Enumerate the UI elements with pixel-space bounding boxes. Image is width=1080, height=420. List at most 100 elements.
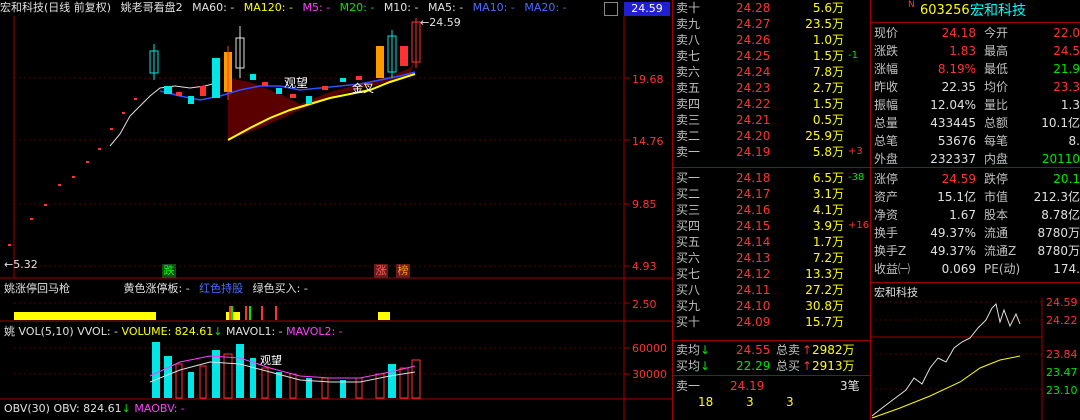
last-price: 24.19 <box>730 379 765 393</box>
bid-price: 24.18 <box>736 171 771 185</box>
ask-row[interactable]: 卖八 24.26 1.0万 <box>676 32 850 48</box>
chart-title: 宏和科技(日线 前复权) <box>0 1 112 14</box>
signal-panel-title: 姚涨停回马枪 <box>4 282 70 295</box>
total-bid-label: 总买 <box>776 359 801 373</box>
current-price-marker: 24.59 <box>624 2 670 16</box>
ask-row[interactable]: 卖六 24.24 7.8万 <box>676 64 850 80</box>
bid-level-label: 买九 <box>676 299 701 313</box>
quote-key: 昨收 <box>874 80 899 94</box>
quote-value: 1.83 <box>949 44 976 58</box>
total-ask-label: 总卖 <box>776 343 801 357</box>
ask-volume: 23.5万 <box>805 17 844 31</box>
quote-row: 涨停 24.59 跌停 20.1 <box>874 170 1080 188</box>
bid-price: 24.10 <box>736 299 771 313</box>
intraday-tick-2: 24.22 <box>1046 314 1078 327</box>
quote-row: 昨收 22.35 均价 23.3 <box>874 78 1080 96</box>
stock-code[interactable]: 603256 <box>920 0 970 22</box>
ask-row[interactable]: 卖三 24.21 0.5万 <box>676 112 850 128</box>
ask-row[interactable]: 卖一 24.19 5.8万 <box>676 144 850 160</box>
quote-value-2: 20110 <box>1041 152 1080 166</box>
quote-row: 涨跌 1.83 最高 24.5 <box>874 42 1080 60</box>
kline-chart[interactable] <box>0 16 672 420</box>
quote-value: 232337 <box>930 152 976 166</box>
bid-row[interactable]: 买三 24.16 4.1万 <box>676 202 850 218</box>
stock-name[interactable]: 宏和科技 <box>970 0 1026 22</box>
bid-price: 24.12 <box>736 267 771 281</box>
ask-row[interactable]: 卖五 24.23 2.7万 <box>676 80 850 96</box>
quote-key: 资产 <box>874 190 899 204</box>
ask-change: -1 <box>848 50 858 61</box>
foot-1: 18 <box>698 395 714 409</box>
bid-change: +16 <box>848 220 870 231</box>
ask-level-label: 卖六 <box>676 65 701 79</box>
low-label: ←5.32 <box>4 258 38 271</box>
bid-volume: 13.3万 <box>805 267 844 281</box>
bid-level-label: 买三 <box>676 203 701 217</box>
ask-level-label: 卖二 <box>676 129 701 143</box>
obv-title: OBV(30) <box>4 402 50 415</box>
ask-level-label: 卖三 <box>676 113 701 127</box>
annotation-watch-1: 观望 <box>284 76 309 90</box>
quote-value-2: 22.0 <box>1053 26 1080 40</box>
bid-volume: 30.8万 <box>805 299 844 313</box>
settings-box-icon[interactable] <box>604 2 618 16</box>
bid-price: 24.17 <box>736 187 771 201</box>
ask-level-label: 卖九 <box>676 17 701 31</box>
avg-ask-value: 24.55 <box>736 343 771 357</box>
signal-panel-header: 姚涨停回马枪 黄色涨停板: - 红色持股 绿色买入: - <box>4 280 308 296</box>
quote-value: 49.37% <box>930 226 976 240</box>
bid-row[interactable]: 买九 24.10 30.8万 <box>676 298 850 314</box>
ask-row[interactable]: 卖二 24.20 25.9万 <box>676 128 850 144</box>
bid-row[interactable]: 买八 24.11 27.2万 <box>676 282 850 298</box>
ask-level-label: 卖七 <box>676 49 701 63</box>
signal-bars <box>14 306 390 320</box>
fall-marker: 跌 <box>162 264 176 278</box>
quote-key-2: 股本 <box>984 208 1009 222</box>
volume-bars <box>152 342 421 399</box>
bid-row[interactable]: 买十 24.09 15.7万 <box>676 314 850 330</box>
quote-value-2: 10.1亿 <box>1041 116 1080 130</box>
bid-volume: 7.2万 <box>812 251 844 265</box>
ask-row[interactable]: 卖九 24.27 23.5万 <box>676 16 850 32</box>
axis-tick-1: 19.68 <box>632 73 664 86</box>
quote-value: 53676 <box>937 134 976 148</box>
bid-price: 24.09 <box>736 315 771 329</box>
quote-key-2: 流通Z <box>984 244 1017 258</box>
intraday-tick-3: 23.84 <box>1046 348 1078 361</box>
m5-label: M5: - <box>302 1 331 14</box>
quote-value-2: 174. <box>1053 262 1080 276</box>
quote-value-2: 8780万 <box>1037 226 1080 240</box>
bid-row[interactable]: 买七 24.12 13.3万 <box>676 266 850 282</box>
bid-row[interactable]: 买六 24.13 7.2万 <box>676 250 850 266</box>
quote-key: 振幅 <box>874 98 899 112</box>
bid-row[interactable]: 买四 24.15 3.9万 <box>676 218 850 234</box>
last-count: 3笔 <box>840 379 860 393</box>
bid-row[interactable]: 买五 24.14 1.7万 <box>676 234 850 250</box>
ask-volume: 2.7万 <box>812 81 844 95</box>
m20-label: M20: - <box>339 1 375 14</box>
ask-price: 24.26 <box>736 33 771 47</box>
candles <box>149 18 421 104</box>
ask-price: 24.28 <box>736 1 771 15</box>
ask-price: 24.27 <box>736 17 771 31</box>
quote-row: 涨幅 8.19% 最低 21.9 <box>874 60 1080 78</box>
ask-row[interactable]: 卖七 24.25 1.5万 <box>676 48 850 64</box>
bid-level-label: 买八 <box>676 283 701 297</box>
ask-volume: 1.5万 <box>812 97 844 111</box>
volume-value: VOLUME: 824.61 <box>121 325 214 338</box>
avg-bid-value: 22.29 <box>736 359 771 373</box>
high-label: ←24.59 <box>420 16 461 29</box>
quote-key: 涨幅 <box>874 62 899 76</box>
bid-level-label: 买一 <box>676 171 701 185</box>
ask-row[interactable]: 卖十 24.28 5.6万 <box>676 0 850 16</box>
ask-row[interactable]: 卖四 24.22 1.5万 <box>676 96 850 112</box>
ask-price: 24.25 <box>736 49 771 63</box>
bid-change: -38 <box>848 172 865 183</box>
bid-row[interactable]: 买一 24.18 6.5万 <box>676 170 850 186</box>
indicator-name[interactable]: 姚老哥看盘2 <box>121 1 183 14</box>
ma120-label: MA120: - <box>243 1 293 14</box>
quote-value: 12.04% <box>930 98 976 112</box>
quote-key-2: 内盘 <box>984 152 1009 166</box>
bid-row[interactable]: 买二 24.17 3.1万 <box>676 186 850 202</box>
quote-row: 振幅 12.04% 量比 1.3 <box>874 96 1080 114</box>
